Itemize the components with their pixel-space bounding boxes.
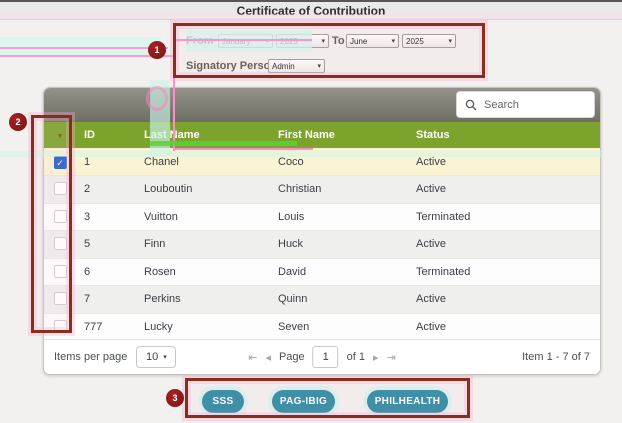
cell-status: Active: [408, 313, 601, 341]
table-header-row: ▾ ID Last Name First Name Status: [44, 122, 601, 148]
page-label: Page: [279, 351, 305, 363]
cell-status: Terminated: [408, 258, 601, 286]
to-year-select[interactable]: 2025 ▾: [402, 34, 456, 48]
cell-id: 7: [76, 286, 136, 314]
items-per-page-value: 10: [146, 351, 158, 363]
last-page-icon[interactable]: ⇥: [387, 351, 396, 364]
cell-last-name: Finn: [136, 231, 270, 259]
from-month-select[interactable]: January ▾: [218, 34, 273, 48]
cell-last-name: Chanel: [136, 148, 270, 176]
cell-last-name: Louboutin: [136, 176, 270, 204]
table-body: ✓ 1 Chanel Coco Active 2 Louboutin Chris…: [44, 148, 601, 341]
cell-last-name: Perkins: [136, 286, 270, 314]
table-row[interactable]: 5 Finn Huck Active: [44, 231, 601, 259]
artifact-cyan-band: [0, 37, 161, 58]
to-label: To: [332, 35, 345, 47]
from-year-select[interactable]: 2025 ▾: [276, 34, 329, 48]
cell-last-name: Lucky: [136, 313, 270, 341]
row-checkbox[interactable]: [54, 265, 67, 278]
table-row[interactable]: ✓ 1 Chanel Coco Active: [44, 148, 601, 176]
row-checkbox[interactable]: ✓: [54, 156, 67, 169]
cell-first-name: Louis: [270, 203, 408, 231]
table-row[interactable]: 7 Perkins Quinn Active: [44, 286, 601, 314]
to-year-value: 2025: [406, 37, 424, 46]
search-icon: [465, 99, 477, 111]
filter-arrow-icon[interactable]: ▾: [58, 133, 62, 140]
cell-first-name: Seven: [270, 313, 408, 341]
cell-status: Active: [408, 286, 601, 314]
signatory-person-select[interactable]: Admin ▾: [268, 59, 325, 73]
items-per-page-label: Items per page: [54, 351, 127, 363]
chevron-down-icon: ▾: [265, 37, 269, 45]
philhealth-button[interactable]: PHILHEALTH: [367, 390, 448, 413]
row-checkbox[interactable]: [54, 210, 67, 223]
column-header-id[interactable]: ID: [76, 122, 136, 148]
search-input[interactable]: [484, 99, 584, 111]
cell-first-name: David: [270, 258, 408, 286]
table-row[interactable]: 6 Rosen David Terminated: [44, 258, 601, 286]
artifact-pink-line: [0, 47, 168, 49]
cell-last-name: Vuitton: [136, 203, 270, 231]
table-row[interactable]: 3 Vuitton Louis Terminated: [44, 203, 601, 231]
items-per-page-select[interactable]: 10 ▾: [136, 346, 176, 368]
cell-status: Terminated: [408, 203, 601, 231]
item-range-label: Item 1 - 7 of 7: [522, 351, 590, 363]
select-all-header[interactable]: ▾: [44, 122, 76, 148]
cell-status: Active: [408, 148, 601, 176]
cell-id: 2: [76, 176, 136, 204]
row-checkbox[interactable]: [54, 292, 67, 305]
pag-ibig-button[interactable]: PAG-IBIG: [272, 390, 335, 413]
cell-status: Active: [408, 231, 601, 259]
from-year-value: 2025: [280, 37, 298, 46]
column-header-first-name[interactable]: First Name: [270, 122, 408, 148]
page-title: Certificate of Contribution: [237, 4, 386, 18]
signatory-person-label: Signatory Person: [186, 60, 277, 72]
table-row[interactable]: 2 Louboutin Christian Active: [44, 176, 601, 204]
cell-id: 6: [76, 258, 136, 286]
to-month-select[interactable]: June ▾: [346, 34, 399, 48]
to-month-value: June: [350, 37, 367, 46]
cell-id: 1: [76, 148, 136, 176]
search-box[interactable]: [456, 91, 595, 118]
annotation-marker-1: 1: [148, 41, 166, 59]
page-controls: ⇤ ◂ Page of 1 ▸ ⇥: [248, 346, 396, 368]
pagination-bar: Items per page 10 ▾ ⇤ ◂ Page of 1 ▸ ⇥ It…: [44, 339, 600, 374]
chevron-down-icon: ▾: [391, 37, 395, 45]
window-title-bar: Certificate of Contribution: [0, 0, 622, 20]
members-table-panel: ▾ ID Last Name First Name Status ✓ 1 Cha…: [43, 87, 601, 375]
annotation-marker-2: 2: [9, 113, 27, 131]
row-checkbox[interactable]: [54, 237, 67, 250]
previous-page-icon[interactable]: ◂: [265, 351, 271, 364]
page-number-input[interactable]: [313, 346, 339, 368]
from-label: From: [186, 35, 214, 47]
first-page-icon[interactable]: ⇤: [248, 351, 257, 364]
table-row[interactable]: 777 Lucky Seven Active: [44, 313, 601, 341]
cell-first-name: Christian: [270, 176, 408, 204]
page-of-label: of 1: [347, 351, 365, 363]
chevron-down-icon: ▾: [321, 37, 325, 45]
from-month-value: January: [222, 37, 250, 46]
cell-id: 777: [76, 313, 136, 341]
row-checkbox[interactable]: [54, 182, 67, 195]
row-checkbox[interactable]: [54, 320, 67, 333]
annotation-marker-3: 3: [166, 389, 184, 407]
column-header-last-name[interactable]: Last Name: [136, 122, 270, 148]
artifact-pink-line: [0, 55, 173, 57]
next-page-icon[interactable]: ▸: [373, 351, 379, 364]
cell-first-name: Coco: [270, 148, 408, 176]
cell-first-name: Quinn: [270, 286, 408, 314]
cell-id: 3: [76, 203, 136, 231]
chevron-down-icon: ▾: [163, 353, 167, 361]
table-toolbar: [44, 88, 600, 122]
chevron-down-icon: ▾: [448, 37, 452, 45]
cell-first-name: Huck: [270, 231, 408, 259]
members-table: ▾ ID Last Name First Name Status ✓ 1 Cha…: [44, 122, 601, 341]
cell-status: Active: [408, 176, 601, 204]
cell-last-name: Rosen: [136, 258, 270, 286]
cell-id: 5: [76, 231, 136, 259]
signatory-person-value: Admin: [272, 62, 295, 71]
sss-button[interactable]: SSS: [202, 390, 244, 413]
chevron-down-icon: ▾: [317, 62, 321, 70]
column-header-status[interactable]: Status: [408, 122, 601, 148]
